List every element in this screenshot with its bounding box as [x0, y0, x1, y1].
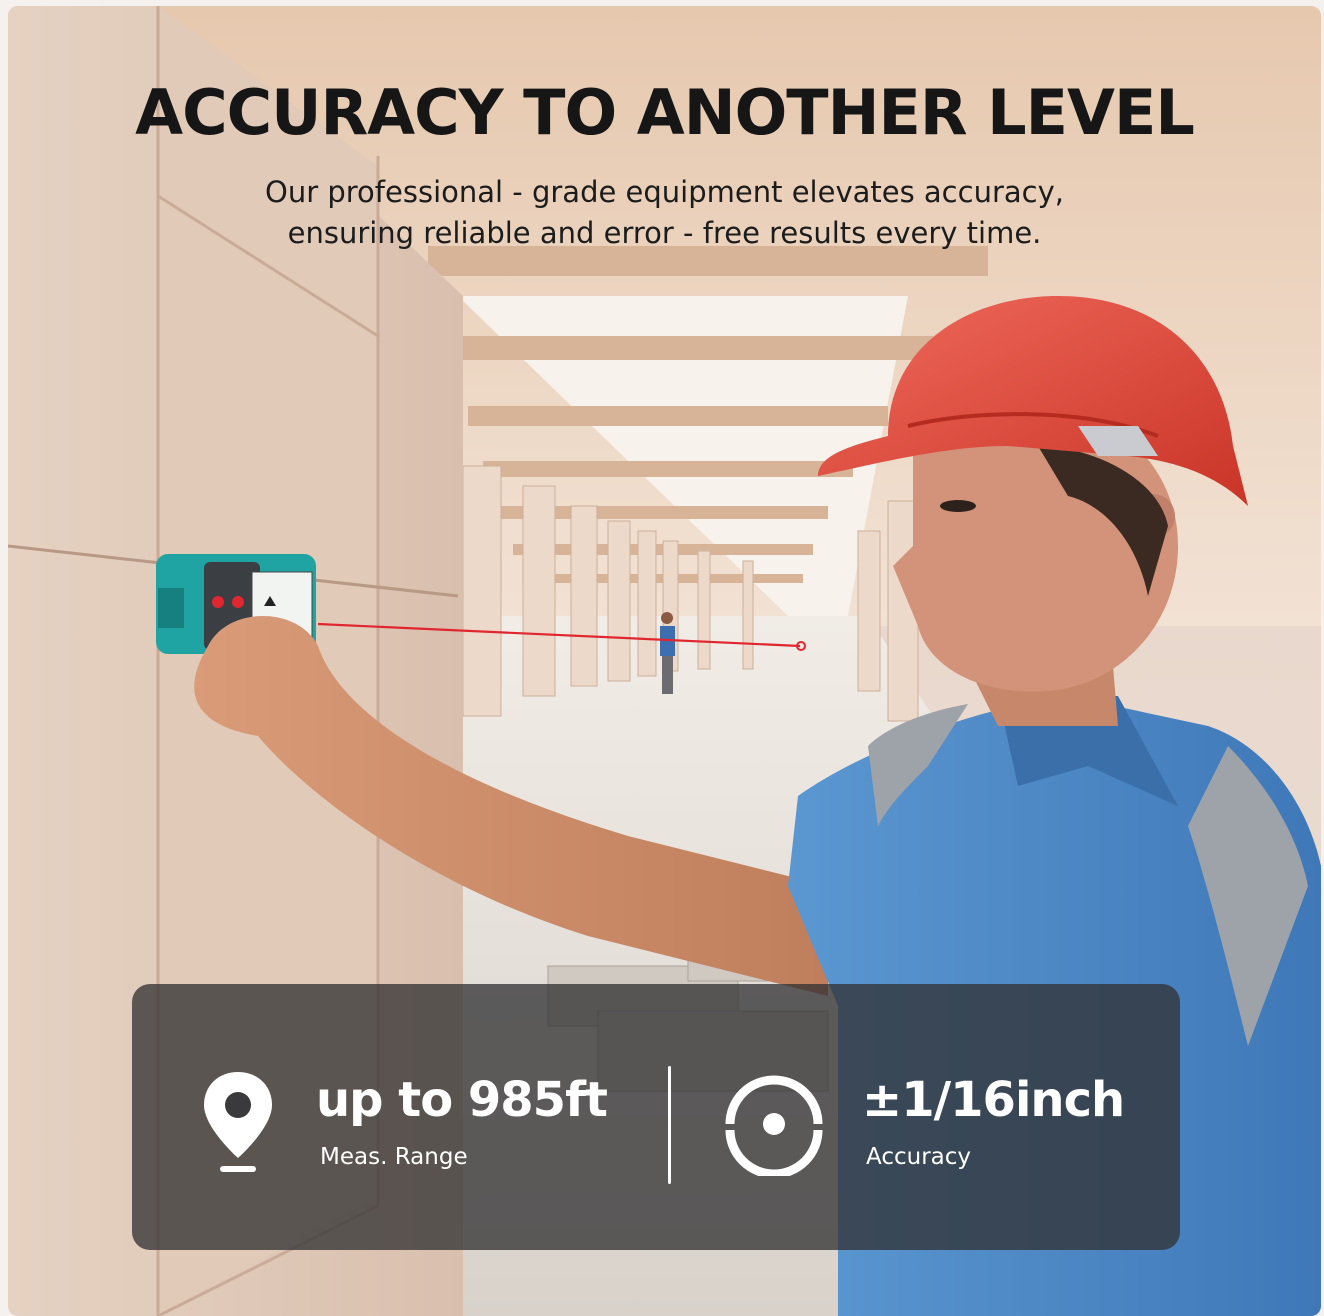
accuracy-label: Accuracy [866, 1144, 972, 1170]
range-label: Meas. Range [320, 1144, 468, 1170]
range-value: up to 985ft [316, 1072, 608, 1128]
product-banner: ACCURACY TO ANOTHER LEVEL Our profession… [8, 6, 1321, 1316]
subheadline: Our professional - grade equipment eleva… [8, 172, 1321, 254]
worker-eye [940, 500, 976, 512]
spec-panel: up to 985ft Meas. Range ±1/16inch Accura… [132, 984, 1180, 1250]
subheadline-line-1: Our professional - grade equipment eleva… [265, 175, 1064, 209]
headline: ACCURACY TO ANOTHER LEVEL [135, 76, 1195, 149]
accuracy-value: ±1/16inch [862, 1072, 1125, 1128]
spec-divider [668, 1066, 671, 1184]
location-pin-icon [204, 1072, 272, 1172]
target-icon [725, 1075, 823, 1176]
subheadline-line-2: ensuring reliable and error - free resul… [287, 216, 1042, 250]
